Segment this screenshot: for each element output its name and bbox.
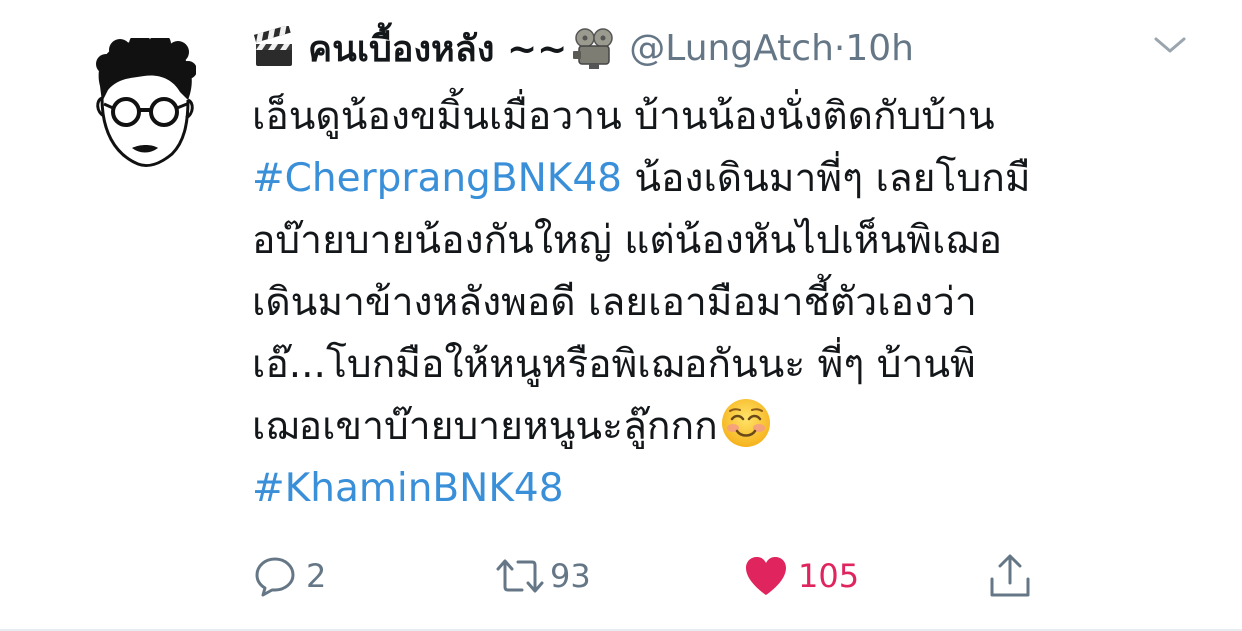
tweet-text-line: เดินมาข้างหลังพอดี เลยเอามือมาชี้ตัวเองว…: [252, 272, 1192, 334]
smiling-face-icon: [721, 399, 770, 447]
tweet-text-line: เฌอเขาบ๊ายบายหนูนะลู๊กกก: [252, 396, 1192, 458]
tweet-text: เอ็นดูน้องขมิ้นเมื่อวาน บ้านน้องนั่งติดก…: [252, 86, 1192, 520]
timestamp[interactable]: 10h: [845, 28, 914, 69]
tweet-text-line: #CherprangBNK48 น้องเดินมาพี่ๆ เลยโบกมื: [252, 148, 1192, 210]
display-name[interactable]: คนเบื้องหลัง ~~: [308, 20, 567, 77]
heart-icon: [746, 557, 786, 595]
like-count: 105: [798, 557, 860, 595]
tweet-actions: 2 93 105: [252, 548, 1052, 604]
tweet-header: คนเบื้องหลัง ~~ @LungAtch·10h: [252, 18, 914, 78]
separator-dot: ·: [833, 27, 846, 69]
handle-and-time: @LungAtch·10h: [629, 28, 914, 69]
like-button[interactable]: 105: [742, 548, 859, 604]
reply-button[interactable]: 2: [252, 548, 326, 604]
clapper-board-icon: [253, 26, 292, 66]
text-segment: อบ๊ายบายน้องกันใหญ่ แต่น้องหันไปเห็นพิเฌ…: [252, 218, 1003, 263]
avatar[interactable]: [92, 38, 196, 170]
hashtag-cherprang[interactable]: #CherprangBNK48: [252, 156, 622, 201]
text-segment: เอ็นดูน้องขมิ้นเมื่อวาน บ้านน้องนั่งติดก…: [252, 94, 995, 139]
tweet-text-line: เอ็นดูน้องขมิ้นเมื่อวาน บ้านน้องนั่งติดก…: [252, 86, 1192, 148]
text-segment: เฌอเขาบ๊ายบายหนูนะลู๊กกก: [252, 404, 718, 449]
retweet-icon: [496, 559, 544, 593]
hashtag-khamin[interactable]: #KhaminBNK48: [252, 466, 564, 511]
reply-icon: [255, 557, 295, 597]
reply-count: 2: [306, 557, 327, 595]
chevron-down-icon[interactable]: [1150, 30, 1190, 60]
tweet-text-line: อบ๊ายบายน้องกันใหญ่ แต่น้องหันไปเห็นพิเฌ…: [252, 210, 1192, 272]
share-button[interactable]: [986, 548, 1034, 604]
retweet-button[interactable]: 93: [492, 548, 591, 604]
text-segment: เอ๊...โบกมือให้หนูหรือพิเฌอกันนะ พี่ๆ บ้…: [252, 342, 976, 387]
text-segment: น้องเดินมาพี่ๆ เลยโบกมื: [621, 156, 1031, 201]
text-segment: เดินมาข้างหลังพอดี เลยเอามือมาชี้ตัวเองว…: [252, 280, 977, 325]
tweet-text-line: เอ๊...โบกมือให้หนูหรือพิเฌอกันนะ พี่ๆ บ้…: [252, 334, 1192, 396]
display-name-group[interactable]: คนเบื้องหลัง ~~: [252, 20, 615, 77]
tweet-text-line: #KhaminBNK48: [252, 458, 1192, 520]
handle[interactable]: @LungAtch: [629, 28, 834, 69]
retweet-count: 93: [550, 557, 591, 595]
share-icon: [990, 554, 1030, 597]
film-projector-icon: [573, 28, 614, 69]
tweet[interactable]: คนเบื้องหลัง ~~ @LungAtch·10h เอ็นดูน้อง…: [0, 0, 1242, 630]
